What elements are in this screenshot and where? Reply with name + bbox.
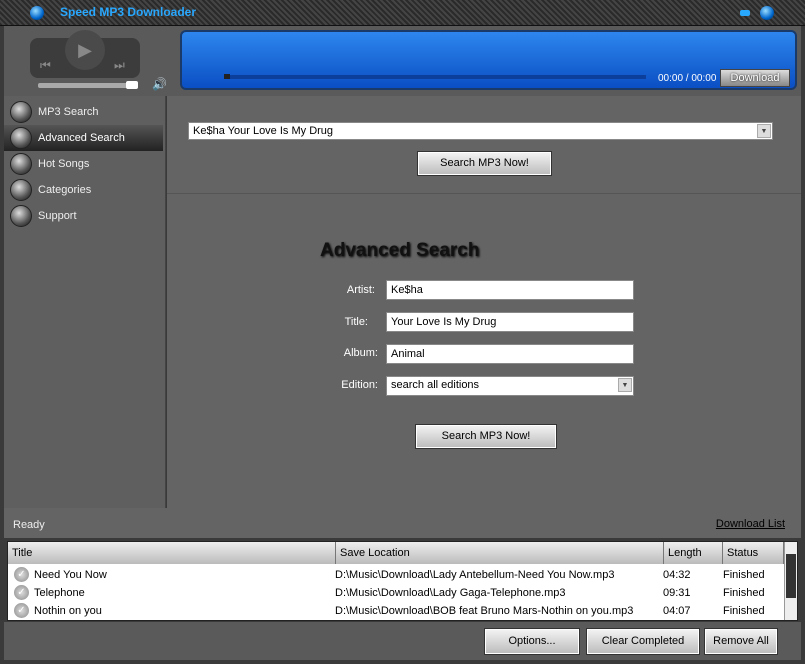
artist-field[interactable]: Ke$ha [386, 280, 634, 300]
row-status: Finished [723, 569, 765, 581]
seek-bar[interactable] [224, 75, 646, 79]
search-query: Ke$ha Your Love Is My Drug [193, 125, 334, 137]
column-header-title[interactable]: Title [8, 542, 336, 564]
volume-slider[interactable] [38, 83, 138, 88]
sidebar-item-label: MP3 Search [38, 106, 99, 118]
sidebar-item-advanced-search[interactable]: Advanced Search [4, 125, 163, 151]
album-field[interactable]: Animal [386, 344, 634, 364]
chevron-down-icon[interactable]: ▼ [618, 378, 632, 392]
scrollbar[interactable] [784, 542, 797, 620]
row-length: 09:31 [663, 587, 691, 599]
volume-knob[interactable] [126, 81, 138, 89]
sidebar: MP3 Search Advanced Search Hot Songs Cat… [4, 96, 166, 508]
row-location: D:\Music\Download\BOB feat Bruno Mars-No… [335, 605, 634, 617]
title-field[interactable]: Your Love Is My Drug [386, 312, 634, 332]
sidebar-item-categories[interactable]: Categories [4, 177, 165, 203]
app-orb-icon[interactable] [30, 6, 44, 20]
chevron-down-icon[interactable]: ▼ [757, 124, 771, 138]
sidebar-item-mp3-search[interactable]: MP3 Search [4, 99, 165, 125]
edition-label: Edition: [341, 379, 378, 391]
app-title: Speed MP3 Downloader [60, 5, 197, 19]
status-text: Ready [13, 519, 45, 531]
player-screen: 00:00 / 00:00 Download [180, 30, 797, 90]
sidebar-item-label: Hot Songs [38, 158, 90, 170]
title-label: Title: [344, 316, 368, 328]
search-combo[interactable]: Ke$ha Your Love Is My Drug ▼ [188, 122, 773, 140]
download-button[interactable]: Download [720, 69, 790, 87]
seek-knob[interactable] [224, 74, 230, 79]
options-button[interactable]: Options... [484, 628, 580, 655]
headphones-icon [10, 153, 32, 175]
album-label: Album: [343, 347, 378, 359]
magnifier-icon [10, 127, 32, 149]
row-title: Need You Now [34, 569, 107, 581]
row-title: Nothin on you [34, 605, 102, 617]
artist-label: Artist: [346, 284, 375, 296]
row-location: D:\Music\Download\Lady Antebellum-Need Y… [335, 569, 615, 581]
table-row[interactable]: ✓ Nothin on you D:\Music\Download\BOB feat… [8, 602, 784, 620]
download-list-link[interactable]: Download List [716, 518, 785, 530]
next-button[interactable]: ⏭ [114, 58, 125, 73]
column-header-location[interactable]: Save Location [336, 542, 664, 564]
categories-icon [10, 179, 32, 201]
row-length: 04:07 [663, 605, 691, 617]
sidebar-item-support[interactable]: Support [4, 203, 165, 229]
check-icon: ✓ [14, 585, 29, 600]
close-button[interactable] [760, 6, 774, 20]
star-icon [10, 205, 32, 227]
download-table: Title Save Location Length Status ✓ Need … [7, 541, 798, 621]
row-location: D:\Music\Download\Lady Gaga-Telephone.mp… [335, 587, 566, 599]
player-controls: ⏮ ▶ ⏭ [30, 30, 140, 78]
row-length: 04:32 [663, 569, 691, 581]
sidebar-item-label: Advanced Search [38, 132, 125, 144]
play-button[interactable]: ▶ [65, 30, 105, 70]
sidebar-item-label: Categories [38, 184, 92, 196]
row-status: Finished [723, 605, 765, 617]
sidebar-item-hot-songs[interactable]: Hot Songs [4, 151, 165, 177]
clear-completed-button[interactable]: Clear Completed [586, 628, 700, 655]
edition-select[interactable]: search all editions ▼ [386, 376, 634, 396]
title-bar: Speed MP3 Downloader [0, 0, 805, 26]
row-status: Finished [723, 587, 765, 599]
status-bar: Ready Download List [4, 508, 801, 538]
page-title: Advanced Search [320, 240, 480, 261]
remove-all-button[interactable]: Remove All [704, 628, 778, 655]
time-display: 00:00 / 00:00 [658, 73, 717, 84]
advanced-search-button[interactable]: Search MP3 Now! [415, 424, 557, 449]
row-title: Telephone [34, 587, 85, 599]
table-row[interactable]: ✓ Need You Now D:\Music\Download\Lady Ante… [8, 566, 784, 584]
table-row[interactable]: ✓ Telephone D:\Music\Download\Lady Gaga-Te… [8, 584, 784, 602]
sidebar-item-label: Support [38, 210, 77, 222]
minimize-button[interactable] [740, 10, 750, 16]
search-button[interactable]: Search MP3 Now! [417, 151, 552, 176]
column-header-status[interactable]: Status [723, 542, 784, 564]
scrollbar-thumb[interactable] [786, 554, 796, 598]
column-header-length[interactable]: Length [664, 542, 723, 564]
previous-button[interactable]: ⏮ [40, 58, 51, 73]
disc-icon [10, 101, 32, 123]
speaker-icon[interactable]: 🔊 [152, 77, 167, 91]
bottom-toolbar: Options... Clear Completed Remove All [4, 622, 801, 660]
player-panel: ⏮ ▶ ⏭ 🔊 00:00 / 00:00 Download [4, 26, 801, 96]
edition-value: search all editions [391, 379, 480, 391]
main-panel: Ke$ha Your Love Is My Drug ▼ Search MP3 N… [167, 96, 801, 508]
check-icon: ✓ [14, 567, 29, 582]
check-icon: ✓ [14, 603, 29, 618]
